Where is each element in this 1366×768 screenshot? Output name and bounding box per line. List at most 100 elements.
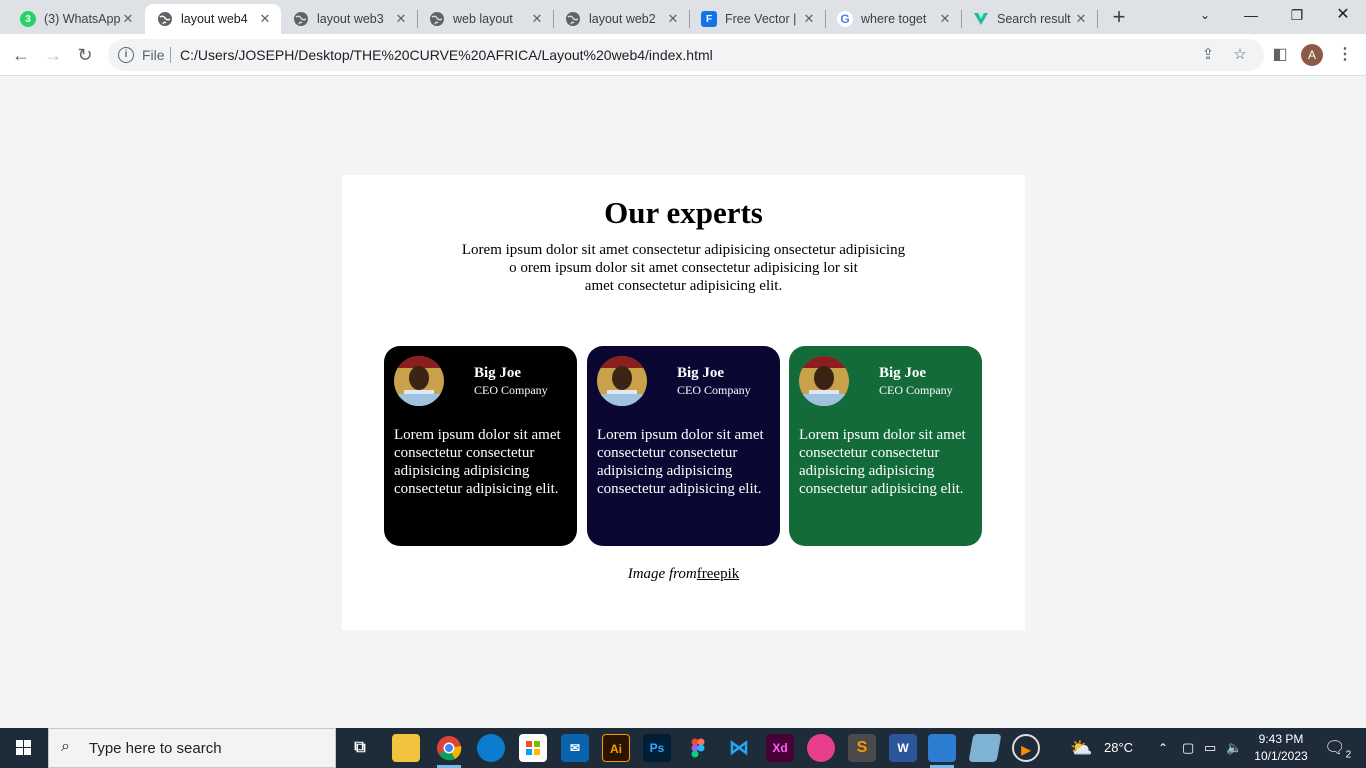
address-scheme: File <box>142 47 165 63</box>
tab-title: Free Vector | <box>725 12 797 26</box>
mail-icon[interactable]: ✉ <box>561 734 589 762</box>
weather-temperature[interactable]: 28°C <box>1104 728 1133 768</box>
back-button[interactable]: ← <box>8 42 34 68</box>
expert-card: Big Joe CEO Company Lorem ipsum dolor si… <box>789 346 982 546</box>
freepik-icon: F <box>701 11 717 27</box>
freepik-link[interactable]: freepik <box>697 566 739 582</box>
wps-icon[interactable] <box>807 734 835 762</box>
close-icon[interactable]: ✕ <box>120 11 136 27</box>
close-icon[interactable]: ✕ <box>801 11 817 27</box>
media-player-icon[interactable]: ▶ <box>1012 734 1040 762</box>
battery-icon[interactable]: ▭ <box>1204 728 1216 768</box>
search-icon: ⌕ <box>61 738 70 755</box>
avatar <box>394 356 444 406</box>
chrome-icon[interactable] <box>435 734 463 768</box>
image-credit: Image fromfreepik <box>342 566 1025 583</box>
store-icon[interactable] <box>519 734 547 762</box>
page-title: Our experts <box>604 195 763 230</box>
tab-divider <box>1097 10 1098 28</box>
edge-icon[interactable] <box>477 734 505 762</box>
close-icon[interactable]: ✕ <box>529 11 545 27</box>
new-tab-button[interactable]: + <box>1106 5 1132 31</box>
vscode-icon[interactable]: ⋈ <box>725 734 753 762</box>
info-icon[interactable]: i <box>118 47 134 63</box>
photoshop-icon[interactable]: Ps <box>643 734 671 762</box>
task-view-icon[interactable]: ⧉ <box>346 734 374 762</box>
notifications-icon[interactable]: 🗨2 <box>1324 728 1351 768</box>
word-icon[interactable]: W <box>889 734 917 762</box>
search-placeholder: Type here to search <box>89 740 222 757</box>
notification-count: 2 <box>1345 749 1352 761</box>
share-icon[interactable]: ⇪ <box>1198 45 1218 65</box>
tab-freepik[interactable]: F Free Vector | ✕ <box>689 4 825 34</box>
tab-layout-web4[interactable]: layout web4 ✕ <box>145 4 281 34</box>
tab-title: web layout <box>453 12 513 26</box>
restore-button[interactable]: ❐ <box>1274 0 1320 32</box>
tab-whatsapp[interactable]: 3 (3) WhatsApp ✕ <box>8 4 144 34</box>
file-explorer-icon[interactable] <box>392 734 420 762</box>
vuetify-icon <box>973 11 989 27</box>
system-clock[interactable]: 9:43 PM 10/1/2023 <box>1248 731 1314 765</box>
tab-google-search[interactable]: G where toget ✕ <box>825 4 961 34</box>
tab-layout-web2[interactable]: layout web2 ✕ <box>553 4 689 34</box>
clock-time: 9:43 PM <box>1258 732 1304 746</box>
avatar <box>597 356 647 406</box>
adobe-xd-icon[interactable]: Xd <box>766 734 794 762</box>
close-icon[interactable]: ✕ <box>257 11 273 27</box>
globe-icon <box>293 11 309 27</box>
bookmark-star-icon[interactable]: ☆ <box>1230 45 1250 65</box>
tab-title: (3) WhatsApp <box>44 12 120 26</box>
tab-title: layout web4 <box>181 12 248 26</box>
address-divider <box>170 47 171 63</box>
expert-bio: Lorem ipsum dolor sit amet consectetur c… <box>799 427 966 497</box>
tab-search-button[interactable]: ⌄ <box>1182 0 1228 32</box>
intro-line: amet consectetur adipisicing elit. <box>584 278 783 294</box>
expert-bio: Lorem ipsum dolor sit amet consectetur c… <box>597 427 764 497</box>
tab-title: where toget <box>861 12 927 26</box>
paint-app-icon[interactable] <box>928 734 956 768</box>
start-button[interactable] <box>0 728 48 768</box>
globe-icon <box>565 11 581 27</box>
close-icon[interactable]: ✕ <box>1073 11 1089 27</box>
tab-web-layout[interactable]: web layout ✕ <box>417 4 553 34</box>
experts-section: Our experts Lorem ipsum dolor sit amet c… <box>342 175 1025 630</box>
expert-role: CEO Company <box>879 383 953 397</box>
taskbar-search[interactable]: ⌕ Type here to search <box>48 728 336 768</box>
expert-name: Big Joe <box>879 365 927 381</box>
figma-icon[interactable] <box>684 734 712 762</box>
intro-paragraph: Lorem ipsum dolor sit amet consectetur a… <box>440 241 927 295</box>
credit-text: Image from <box>627 566 697 582</box>
minimize-button[interactable]: — <box>1228 0 1274 32</box>
reload-button[interactable]: ↻ <box>72 42 98 68</box>
expert-name: Big Joe <box>474 365 522 381</box>
tab-title: layout web2 <box>589 12 656 26</box>
volume-icon[interactable]: 🔈 <box>1226 728 1242 768</box>
intro-line: Lorem ipsum dolor sit amet consectetur a… <box>461 242 906 258</box>
url-text[interactable]: C:/Users/JOSEPH/Desktop/THE%20CURVE%20AF… <box>180 47 713 63</box>
tab-layout-web3[interactable]: layout web3 ✕ <box>281 4 417 34</box>
page-viewport: Our experts Lorem ipsum dolor sit amet c… <box>0 77 1366 728</box>
network-icon[interactable]: ▢ <box>1182 728 1194 768</box>
address-bar[interactable]: i File C:/Users/JOSEPH/Desktop/THE%20CUR… <box>108 39 1264 71</box>
close-window-button[interactable]: ✕ <box>1320 0 1366 32</box>
intro-line: o orem ipsum dolor sit amet consectetur … <box>509 260 858 276</box>
avatar <box>799 356 849 406</box>
notes-app-icon[interactable] <box>968 734 1002 762</box>
browser-toolbar: ← → ↻ i File C:/Users/JOSEPH/Desktop/THE… <box>0 34 1366 76</box>
illustrator-icon[interactable]: Ai <box>602 734 630 762</box>
menu-kebab-icon[interactable]: ⋮ <box>1332 42 1358 68</box>
forward-button[interactable]: → <box>40 42 66 68</box>
chevron-up-icon[interactable]: ⌃ <box>1158 728 1168 768</box>
expert-bio: Lorem ipsum dolor sit amet consectetur c… <box>394 427 561 497</box>
tab-search-results[interactable]: Search result ✕ <box>961 4 1097 34</box>
expert-name: Big Joe <box>677 365 725 381</box>
side-panel-icon[interactable]: ◧ <box>1267 42 1293 68</box>
close-icon[interactable]: ✕ <box>937 11 953 27</box>
globe-icon <box>429 11 445 27</box>
sublime-text-icon[interactable]: S <box>848 734 876 762</box>
windows-taskbar: ⌕ Type here to search ⧉ ✉ Ai Ps ⋈ Xd S W… <box>0 728 1366 768</box>
profile-avatar[interactable]: A <box>1301 44 1323 66</box>
browser-tab-strip: 3 (3) WhatsApp ✕ layout web4 ✕ layout we… <box>0 0 1366 34</box>
close-icon[interactable]: ✕ <box>665 11 681 27</box>
close-icon[interactable]: ✕ <box>393 11 409 27</box>
